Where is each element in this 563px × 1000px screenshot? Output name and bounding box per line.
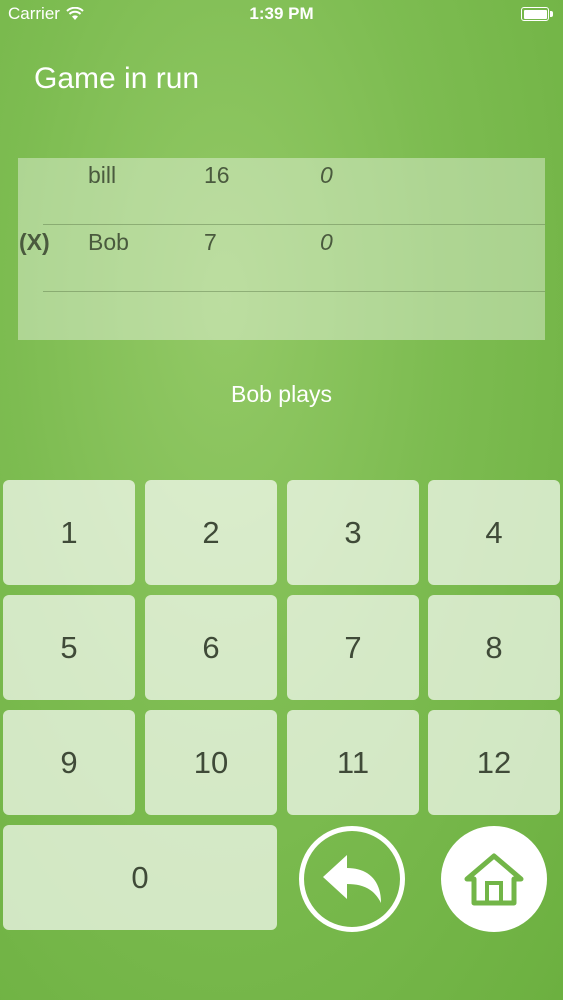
key-11[interactable]: 11 [287, 710, 419, 815]
row-separator [43, 291, 545, 292]
player-name: Bob [88, 229, 129, 255]
player-score: 16 [204, 162, 230, 188]
status-time: 1:39 PM [249, 4, 314, 23]
undo-button[interactable] [299, 826, 405, 932]
page-title: Game in run [34, 62, 200, 95]
key-4[interactable]: 4 [428, 480, 560, 585]
battery-icon [521, 7, 553, 21]
key-2[interactable]: 2 [145, 480, 277, 585]
player-extra: 0 [320, 162, 333, 188]
key-7[interactable]: 7 [287, 595, 419, 700]
key-10[interactable]: 10 [145, 710, 277, 815]
score-table: bill 16 0 (X) Bob 7 0 [18, 158, 545, 340]
home-button[interactable] [441, 826, 547, 932]
key-0[interactable]: 0 [3, 825, 277, 930]
status-bar: Carrier 1:39 PM [0, 0, 563, 30]
player-marker: (X) [19, 229, 50, 255]
turn-status: Bob plays [230, 381, 332, 407]
key-9[interactable]: 9 [3, 710, 135, 815]
key-6[interactable]: 6 [145, 595, 277, 700]
home-icon [464, 853, 524, 906]
player-score: 7 [204, 229, 217, 255]
table-row: (X) Bob 7 0 [18, 224, 545, 290]
key-5[interactable]: 5 [3, 595, 135, 700]
key-8[interactable]: 8 [428, 595, 560, 700]
player-extra: 0 [320, 229, 333, 255]
player-name: bill [88, 162, 117, 188]
key-12[interactable]: 12 [428, 710, 560, 815]
undo-arrow-icon [323, 855, 381, 903]
table-row: bill 16 0 [18, 158, 545, 224]
key-3[interactable]: 3 [287, 480, 419, 585]
key-1[interactable]: 1 [3, 480, 135, 585]
